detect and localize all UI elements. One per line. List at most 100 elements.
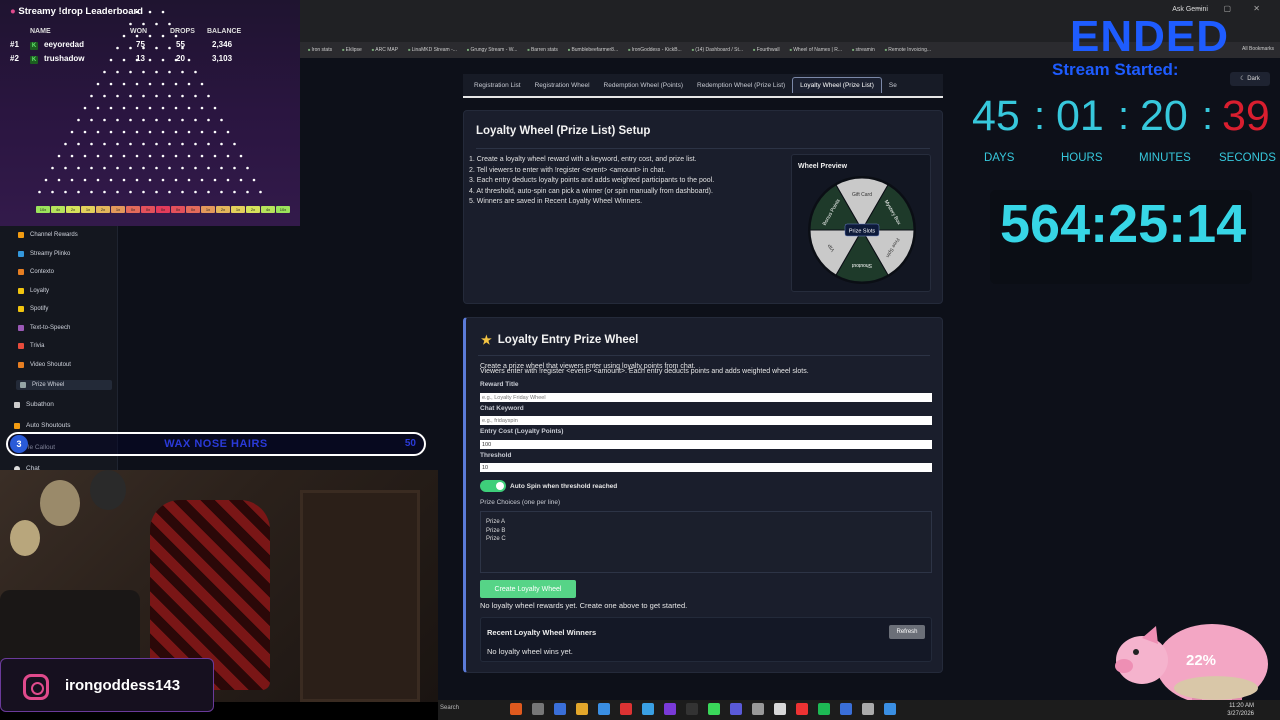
sidebar-item-contexto[interactable]: Contexto <box>18 269 54 275</box>
plinko-peg <box>122 130 126 134</box>
bookmark-item[interactable]: Iron stats <box>308 47 333 53</box>
bookmark-item[interactable]: streamin <box>852 47 875 53</box>
sidebar-item-video-shoutout[interactable]: Video Shoutout <box>18 361 71 368</box>
taskbar-app-icon[interactable] <box>774 703 786 715</box>
bookmark-item[interactable]: IronGoddess - KickB... <box>628 47 682 53</box>
plinko-peg <box>259 190 262 194</box>
sidebar-item-prize-wheel[interactable]: Prize Wheel <box>16 380 112 390</box>
setup-card: Loyalty Wheel (Prize List) Setup 1. Crea… <box>463 110 943 304</box>
taskbar-app-icon[interactable] <box>796 703 808 715</box>
taskbar-app-icon[interactable] <box>840 703 852 715</box>
bookmark-item[interactable]: Wheel of Names | R... <box>790 47 842 53</box>
plinko-peg <box>135 154 139 158</box>
plinko-peg <box>148 178 152 182</box>
taskbar-app-icon[interactable] <box>620 703 632 715</box>
bookmark-item[interactable]: LinaMKD Stream -... <box>408 47 457 53</box>
sidebar-item-channel-rewards[interactable]: Channel Rewards <box>18 232 78 238</box>
plinko-slot: 0x <box>186 206 200 213</box>
bookmark-item[interactable]: Barren stats <box>527 47 558 53</box>
dark-mode-button[interactable]: ☾ Dark <box>1230 72 1270 86</box>
taskbar-app-icon[interactable] <box>554 703 566 715</box>
days-label: DAYS <box>984 152 1015 164</box>
reward-title-input[interactable] <box>480 393 932 402</box>
taskbar-app-icon[interactable] <box>664 703 676 715</box>
plinko-peg <box>233 142 236 146</box>
bookmark-item[interactable]: ARC MAP <box>372 47 398 53</box>
taskbar-app-icon[interactable] <box>576 703 588 715</box>
taskbar-app-icon[interactable] <box>510 703 522 715</box>
tab-redemption-wheel-points-[interactable]: Redemption Wheel (Points) <box>597 78 690 93</box>
plinko-peg <box>122 154 126 158</box>
plinko-peg <box>142 166 145 170</box>
sidebar-item-spotify[interactable]: Spotify <box>18 306 48 312</box>
plinko-peg <box>213 106 217 110</box>
all-bookmarks-link[interactable]: All Bookmarks <box>1242 46 1274 52</box>
sidebar-item-auto-shoutouts[interactable]: Auto Shoutouts <box>14 422 70 429</box>
bookmark-item[interactable]: Fourthwall <box>753 47 780 53</box>
sidebar-icon <box>18 343 24 349</box>
threshold-input[interactable] <box>480 463 932 472</box>
plinko-peg <box>187 106 191 110</box>
plinko-peg <box>96 130 100 134</box>
plinko-peg <box>155 70 158 74</box>
plinko-peg <box>181 46 184 50</box>
sidebar-item-trivia[interactable]: Trivia <box>18 343 44 349</box>
plinko-peg <box>239 154 243 158</box>
bookmark-item[interactable]: Bumblebeefarmer8... <box>568 47 618 53</box>
plinko-peg <box>44 178 48 182</box>
taskbar-app-icon[interactable] <box>598 703 610 715</box>
plinko-peg <box>142 142 145 146</box>
entry-cost-input[interactable] <box>480 440 932 449</box>
taskbar-app-icon[interactable] <box>862 703 874 715</box>
plinko-peg <box>155 46 158 50</box>
taskbar-app-icon[interactable] <box>730 703 742 715</box>
bookmark-item[interactable]: Grungy Stream - W... <box>467 47 517 53</box>
taskbar-app-icon[interactable] <box>752 703 764 715</box>
bookmark-item[interactable]: (14) Dashboard / St... <box>692 47 743 53</box>
hours-label: HOURS <box>1061 152 1103 164</box>
instagram-banner: irongoddess143 <box>0 658 214 712</box>
sidebar-item-loyalty[interactable]: Loyalty <box>18 287 49 294</box>
divider <box>478 355 930 356</box>
plinko-peg <box>142 70 145 74</box>
tab-redemption-wheel-prize-list-[interactable]: Redemption Wheel (Prize List) <box>690 78 792 93</box>
chat-keyword-input[interactable] <box>480 416 932 425</box>
bookmark-item[interactable]: Eklipse <box>342 47 362 53</box>
prize-choices-label: Prize Choices (one per line) <box>480 499 561 506</box>
plinko-peg <box>77 190 80 194</box>
plinko-peg <box>64 166 67 170</box>
setup-step: 4. At threshold, auto-spin can pick a wi… <box>469 187 713 195</box>
sidebar-item-text-to-speech[interactable]: Text-to-Speech <box>18 324 70 331</box>
sidebar-item-label: Video Shoutout <box>30 361 71 368</box>
tab-se[interactable]: Se <box>882 78 904 93</box>
sidebar-item-subathon[interactable]: Subathon <box>14 401 54 408</box>
tab-registration-list[interactable]: Registration List <box>467 78 528 93</box>
plinko-peg <box>103 190 106 194</box>
taskbar-app-icon[interactable] <box>884 703 896 715</box>
plinko-peg <box>161 10 165 14</box>
bookmark-item[interactable]: Remote Invoicing... <box>885 47 931 53</box>
sidebar-item-streamy-plinko[interactable]: Streamy Plinko <box>18 250 70 257</box>
refresh-button[interactable]: Refresh <box>889 625 925 639</box>
taskbar-search[interactable]: Search <box>440 705 459 711</box>
taskbar-app-icon[interactable] <box>818 703 830 715</box>
plinko-peg <box>187 82 191 86</box>
create-loyalty-wheel-button[interactable]: Create Loyalty Wheel <box>480 580 576 598</box>
taskbar-app-icon[interactable] <box>642 703 654 715</box>
plinko-peg <box>174 58 178 62</box>
prize-choices-textarea[interactable]: Prize A Prize B Prize C <box>480 511 932 573</box>
plinko-peg <box>129 166 132 170</box>
plinko-peg <box>142 46 145 50</box>
pig-percent: 22% <box>1186 652 1217 669</box>
tab-loyalty-wheel-prize-list-[interactable]: Loyalty Wheel (Prize List) <box>792 77 882 93</box>
taskbar-app-icon[interactable] <box>686 703 698 715</box>
taskbar-app-icon[interactable] <box>532 703 544 715</box>
auto-spin-toggle[interactable] <box>480 480 506 492</box>
plinko-peg <box>135 34 139 38</box>
plinko-peg <box>57 178 61 182</box>
recent-winners-title: Recent Loyalty Wheel Winners <box>487 628 597 637</box>
plinko-peg <box>148 130 152 134</box>
tab-registration-wheel[interactable]: Registration Wheel <box>528 78 597 93</box>
seconds-value: 39 <box>1222 92 1270 140</box>
taskbar-app-icon[interactable] <box>708 703 720 715</box>
